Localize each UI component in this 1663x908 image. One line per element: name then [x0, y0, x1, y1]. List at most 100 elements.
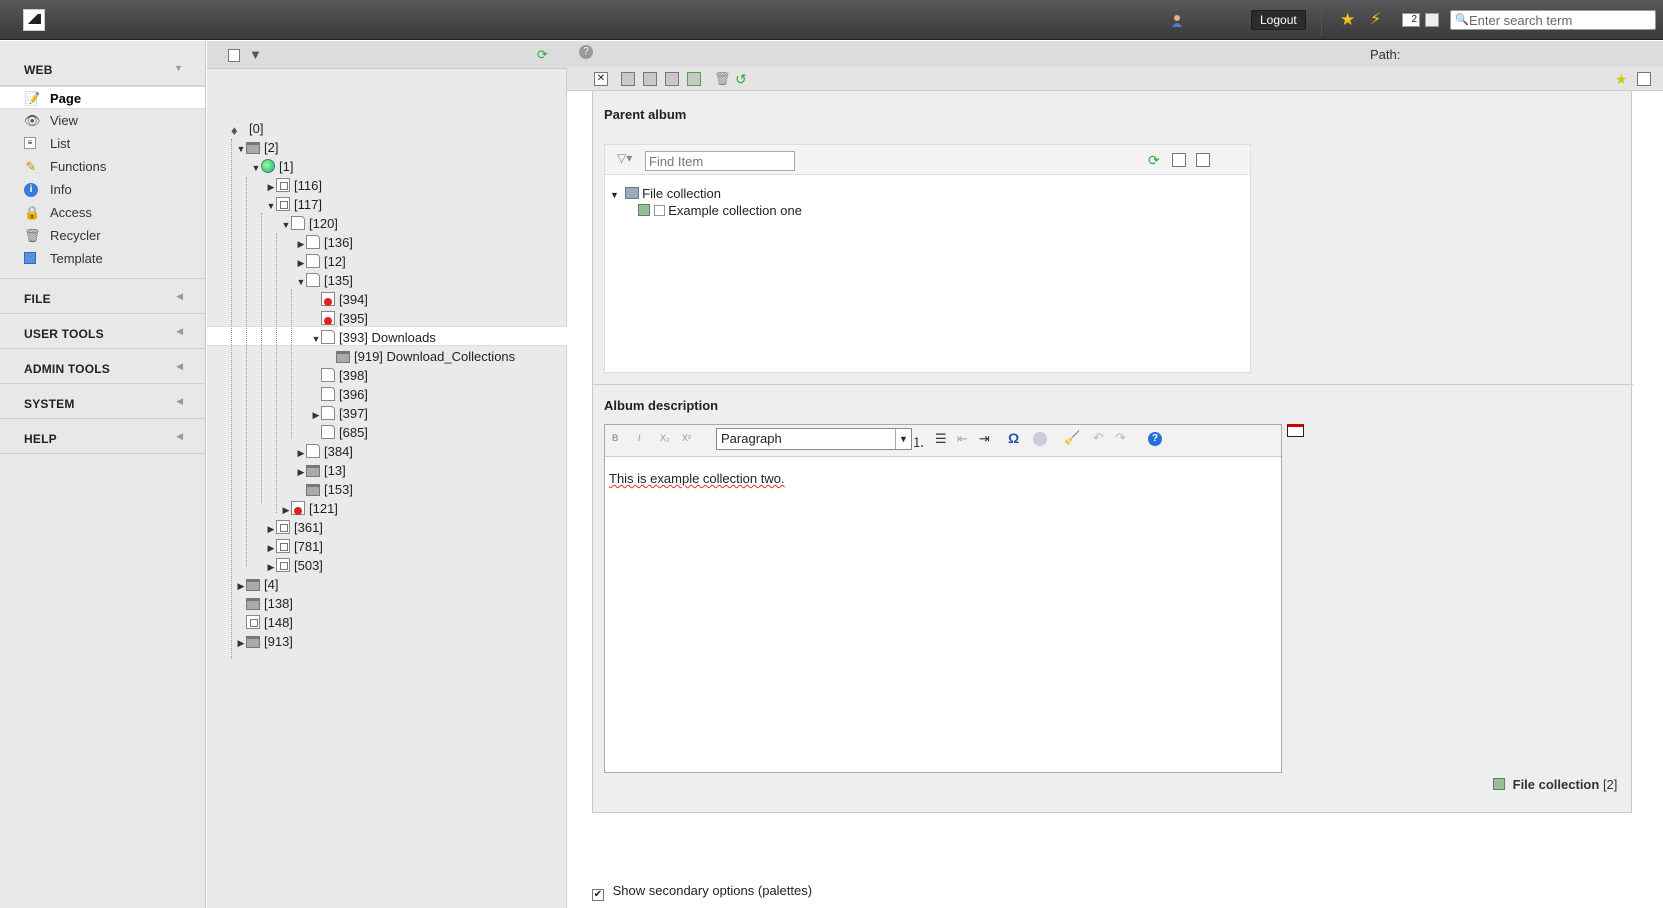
undo-icon[interactable]: ↺ — [735, 72, 749, 86]
tree-expander-icon[interactable]: ▶ — [236, 633, 246, 653]
tree-expander-icon[interactable]: ▼ — [296, 272, 306, 292]
tree-node-label[interactable]: [117] — [294, 197, 322, 212]
tree-node-label[interactable]: [0] — [249, 121, 263, 136]
module-item-access[interactable]: 🔒 Access — [0, 201, 205, 224]
module-item-view[interactable]: 👁 View — [0, 109, 205, 132]
tree-expander-icon[interactable]: ▶ — [296, 443, 306, 463]
tree-node-label[interactable]: [781] — [294, 539, 323, 554]
tree-node[interactable]: ▶ [4] — [236, 575, 279, 595]
logout-button[interactable]: Logout — [1251, 10, 1306, 30]
tree-expander-icon[interactable]: ▼ — [281, 215, 291, 235]
tree-node-label[interactable]: [4] — [264, 577, 278, 592]
subscript-button[interactable]: X₂ — [660, 433, 670, 443]
tree-node[interactable]: [138] — [236, 594, 293, 614]
superscript-button[interactable]: X² — [682, 433, 691, 443]
module-group-help[interactable]: HELP ◀ — [0, 419, 205, 454]
tree-node-label[interactable]: [393] Downloads — [339, 330, 436, 345]
shortcut-page-icon[interactable] — [246, 615, 260, 629]
refresh-icon[interactable]: ⟳ — [537, 47, 548, 63]
collapse-arrow-icon[interactable]: ▼ — [610, 190, 619, 200]
tree-node-label[interactable]: [136] — [324, 235, 353, 250]
tree-expander-icon[interactable]: ▼ — [251, 158, 261, 178]
clear-cache-bolt-icon[interactable]: ⚡ — [1370, 11, 1381, 28]
tree-expander-icon[interactable]: ▶ — [311, 405, 321, 425]
tree-node-label[interactable]: [135] — [324, 273, 353, 288]
tree-node[interactable]: ▶ [13] — [296, 461, 346, 481]
tree-node[interactable]: [398] — [311, 366, 368, 386]
outdent-icon[interactable]: ⇤ — [957, 431, 968, 447]
save-icon[interactable] — [621, 72, 635, 86]
ordered-list-icon[interactable]: ⒈ — [912, 432, 925, 451]
tree-node[interactable]: [685] — [311, 423, 368, 443]
tree-node-label[interactable]: [503] — [294, 558, 323, 573]
tree-node-label[interactable]: [913] — [264, 634, 293, 649]
page-page-icon[interactable] — [321, 425, 335, 439]
filter-icon[interactable]: ▼ — [249, 47, 262, 62]
link-icon[interactable] — [1033, 432, 1047, 446]
red-page-icon[interactable] — [321, 292, 335, 306]
globe-page-icon[interactable] — [261, 159, 275, 173]
block-format-select[interactable]: Paragraph ▼ — [716, 428, 912, 450]
page-page-icon[interactable] — [291, 216, 305, 230]
module-item-functions[interactable]: ✎ Functions — [0, 155, 205, 178]
search-box[interactable]: 🔍 — [1450, 10, 1656, 30]
tree-node[interactable]: ▼ [135] — [296, 271, 353, 291]
redo-icon[interactable]: ↷ — [1115, 430, 1126, 446]
tree-node-label[interactable]: [394] — [339, 292, 368, 307]
tree-node-label[interactable]: [395] — [339, 311, 368, 326]
tree-node[interactable]: [395] — [311, 309, 368, 329]
tree-node-label[interactable]: [397] — [339, 406, 368, 421]
tree-node[interactable]: [148] — [236, 613, 293, 633]
remove-format-icon[interactable]: 🧹 — [1064, 430, 1080, 446]
module-item-recycler[interactable]: 🗑 Recycler — [0, 224, 205, 247]
folder-page-icon[interactable] — [246, 636, 260, 648]
bold-button[interactable]: B — [612, 433, 619, 443]
add-shortcut-icon[interactable]: ★ — [1615, 72, 1629, 86]
tree-node[interactable]: ▶ [503] — [266, 556, 323, 576]
tree-expander-icon[interactable]: ▼ — [311, 329, 321, 349]
tree-expander-icon[interactable]: ▶ — [296, 253, 306, 273]
tree-expander-icon[interactable]: ▶ — [266, 538, 276, 558]
tree-node[interactable]: ▶ [136] — [296, 233, 353, 253]
save-and-close-icon[interactable] — [665, 72, 679, 86]
open-documents-count-badge[interactable]: 2 — [1402, 13, 1420, 27]
tree-expander-icon[interactable]: ▶ — [281, 500, 291, 520]
page-page-icon[interactable] — [321, 406, 335, 420]
tree-node-label[interactable]: [148] — [264, 615, 293, 630]
tree-expander-icon[interactable]: ▶ — [296, 462, 306, 482]
shortcut-page-icon[interactable] — [276, 520, 290, 534]
tree-node[interactable]: [153] — [296, 480, 353, 500]
page-page-icon[interactable] — [321, 330, 335, 344]
close-icon[interactable]: ✕ — [594, 72, 608, 86]
module-item-page[interactable]: 📝 Page — [0, 86, 205, 109]
filter-icon[interactable]: ▽▾ — [617, 151, 632, 165]
tree-node[interactable]: ▼ [117] — [266, 195, 322, 215]
folder-page-icon[interactable] — [246, 598, 260, 610]
tree-node[interactable]: ▼ [2] — [236, 138, 279, 159]
module-group-admin-tools[interactable]: ADMIN TOOLS ◀ — [0, 349, 205, 384]
folder-page-icon[interactable] — [246, 579, 260, 591]
tree-node-label[interactable]: [12] — [324, 254, 346, 269]
field-wizard-icon[interactable] — [1287, 424, 1304, 437]
tree-expander-icon[interactable]: ▼ — [236, 139, 246, 159]
page-page-icon[interactable] — [306, 444, 320, 458]
delete-icon[interactable]: 🗑 — [714, 72, 731, 86]
tree-node-label[interactable]: [153] — [324, 482, 353, 497]
folder-page-icon[interactable] — [306, 484, 320, 496]
module-group-system[interactable]: SYSTEM ◀ — [0, 384, 205, 419]
find-item-input[interactable] — [645, 151, 795, 171]
tree-node-label[interactable]: [396] — [339, 387, 368, 402]
tree-node[interactable]: [396] — [311, 385, 368, 405]
fullscreen-icon[interactable] — [1637, 72, 1651, 86]
new-page-icon[interactable] — [228, 49, 240, 62]
save-and-view-icon[interactable] — [643, 72, 657, 86]
tree-node[interactable]: ▶ [384] — [296, 442, 353, 462]
tree-node-label[interactable]: [1] — [279, 159, 293, 174]
tree-node-label[interactable]: [120] — [309, 216, 338, 231]
tree-expander-icon[interactable]: ▶ — [266, 519, 276, 539]
tree-node-label[interactable]: [919] Download_Collections — [354, 349, 515, 364]
expand-all-icon[interactable] — [1172, 153, 1186, 167]
help-icon[interactable]: ? — [1148, 432, 1162, 446]
tree-node-label[interactable]: [121] — [309, 501, 338, 516]
collapse-all-icon[interactable] — [1196, 153, 1210, 167]
